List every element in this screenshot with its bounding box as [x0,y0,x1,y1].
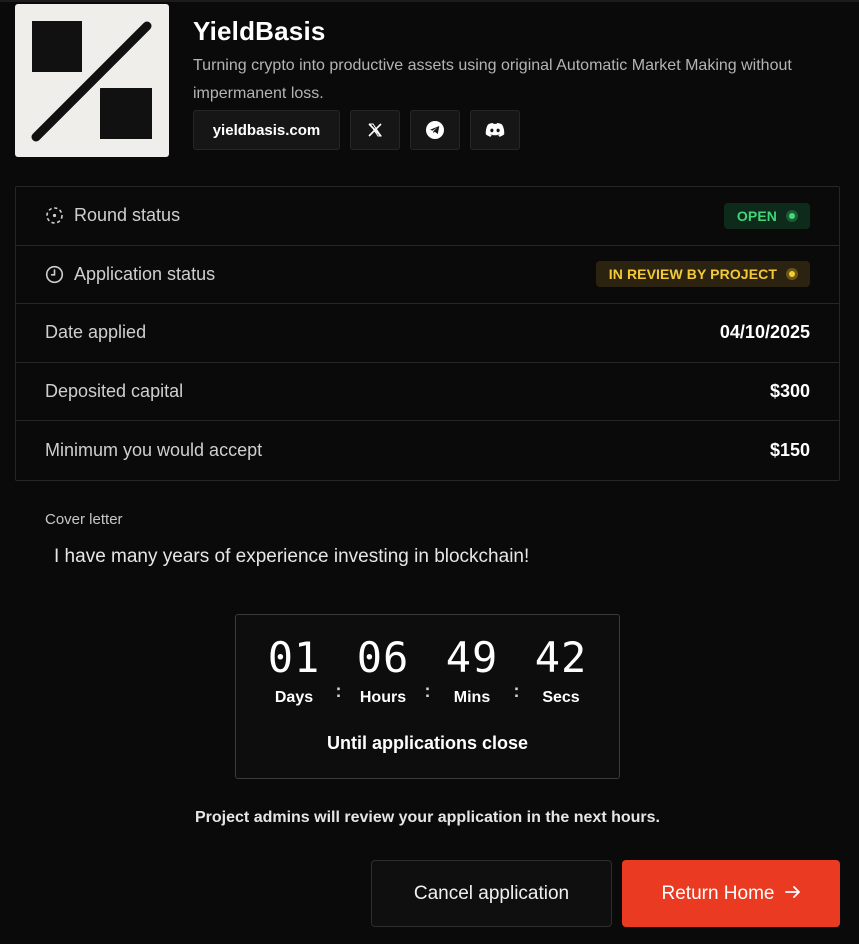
minimum-accept-value: $150 [769,439,810,460]
deposited-capital-row: Deposited capital $300 [16,363,839,421]
discord-link-button[interactable] [470,110,520,150]
return-home-label: Return Home [661,882,775,904]
application-status-badge: IN REVIEW BY PROJECT [595,261,810,288]
round-status-badge: OPEN [723,202,810,229]
project-links: yieldbasis.com [193,110,520,150]
application-info-table: Round status OPEN Application status IN … [15,186,840,481]
cancel-application-label: Cancel application [413,882,570,904]
countdown-hours-label: Hours [359,689,407,706]
top-divider [0,0,859,2]
countdown-mins-label: Mins [453,689,491,706]
telegram-link-button[interactable] [410,110,460,150]
return-home-button[interactable]: Return Home [622,860,840,927]
date-applied-value: 04/10/2025 [719,322,810,343]
cover-letter-text: I have many years of experience investin… [54,546,530,567]
x-icon [368,123,382,137]
countdown-hours-value: 06 [356,633,410,682]
discord-icon [485,122,505,138]
status-dot-icon [786,209,798,222]
countdown-timer: 01 Days : 06 Hours : 49 Mins : 42 Secs U… [235,614,620,779]
countdown-secs: 42 Secs [523,633,599,707]
countdown-secs-label: Secs [542,689,580,706]
countdown-hours: 06 Hours [345,633,421,707]
telegram-icon [426,121,444,139]
review-note: Project admins will review your applicat… [195,809,660,826]
status-dot-icon [786,268,798,281]
date-applied-label: Date applied [45,322,147,343]
project-name: YieldBasis [193,16,326,46]
countdown-separator: : [424,681,431,701]
deposited-capital-label: Deposited capital [45,380,184,401]
minimum-accept-label: Minimum you would accept [45,439,263,460]
countdown-days: 01 Days [256,633,332,707]
countdown-days-value: 01 [267,633,321,682]
countdown-separator: : [335,681,342,701]
cancel-application-button[interactable]: Cancel application [371,860,612,927]
application-status-row: Application status IN REVIEW BY PROJECT [16,246,839,304]
round-status-label: Round status [74,205,181,226]
countdown-separator: : [513,681,520,701]
countdown-days-label: Days [274,689,314,706]
countdown-secs-value: 42 [534,633,588,682]
minimum-accept-row: Minimum you would accept $150 [16,421,839,480]
deposited-capital-value: $300 [769,380,810,401]
round-status-row: Round status OPEN [16,187,839,246]
project-logo [15,4,169,157]
application-status-label: Application status [74,263,216,284]
countdown-mins: 49 Mins [434,633,510,707]
cover-letter-label: Cover letter [45,511,123,528]
countdown-caption: Until applications close [326,733,529,753]
website-link[interactable]: yieldbasis.com [193,110,340,150]
dashed-circle-icon [45,206,64,225]
date-applied-row: Date applied 04/10/2025 [16,304,839,363]
project-description: Turning crypto into productive assets us… [193,57,792,102]
clock-icon [45,265,64,284]
countdown-mins-value: 49 [445,633,499,682]
arrow-right-icon [784,883,801,905]
x-link-button[interactable] [350,110,400,150]
